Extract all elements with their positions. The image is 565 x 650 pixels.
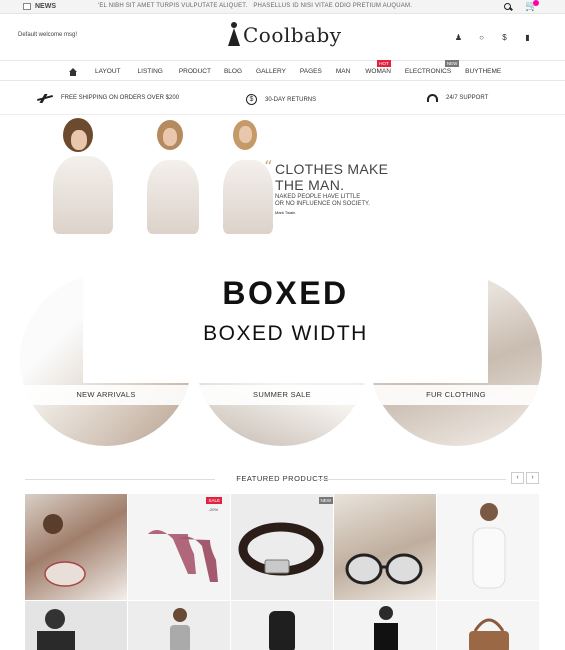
logo[interactable]: Coolbaby: [227, 22, 342, 48]
home-icon[interactable]: [68, 68, 78, 76]
news-ticker[interactable]: 'EL NIBH SIT AMET TURPIS VULPUTATE ALIQU…: [98, 3, 412, 9]
product-card[interactable]: [334, 494, 436, 600]
product-card[interactable]: SALE -20%: [128, 494, 230, 600]
top-bar: NEWS 'EL NIBH SIT AMET TURPIS VULPUTATE …: [0, 0, 565, 14]
chat-icon[interactable]: ○: [477, 33, 486, 42]
nav-item-layout[interactable]: LAYOUT: [95, 68, 121, 76]
product-card[interactable]: [334, 601, 436, 650]
nav-item-gallery[interactable]: GALLERY: [256, 68, 286, 76]
product-card[interactable]: [25, 494, 127, 600]
sale-badge: SALE: [206, 497, 222, 504]
overlay-title: BOXED: [222, 275, 349, 311]
product-card[interactable]: [25, 601, 127, 650]
nav-item-buytheme[interactable]: BUYTHEME: [465, 68, 501, 76]
search-icon[interactable]: [503, 2, 513, 12]
boxed-overlay: BOXED BOXED WIDTH: [83, 234, 488, 383]
news-label[interactable]: NEWS: [23, 3, 56, 10]
nav-item-man[interactable]: MAN: [336, 68, 350, 76]
main-nav: LAYOUT LISTING PRODUCT BLOG GALLERY PAGE…: [0, 60, 565, 81]
next-arrow-button[interactable]: ›: [526, 472, 539, 484]
cart-icon[interactable]: 🛒: [525, 0, 539, 12]
product-image: [43, 514, 86, 587]
nav-item-electronics[interactable]: ELECTRONICS NEW: [405, 60, 460, 76]
product-image: [269, 611, 295, 650]
product-image: [238, 522, 324, 576]
model-image: [135, 116, 215, 234]
nav-item-woman[interactable]: WOMAN HOT: [365, 60, 391, 76]
service-returns: $ 30-DAY RETURNS: [246, 94, 316, 105]
new-badge: NEW: [318, 497, 333, 504]
user-icon[interactable]: ♟: [454, 33, 463, 42]
prev-arrow-button[interactable]: ‹: [511, 472, 524, 484]
new-badge: NEW: [444, 60, 460, 67]
nav-item-product[interactable]: PRODUCT: [179, 68, 211, 76]
ticker-item: 'EL NIBH SIT AMET TURPIS VULPUTATE ALIQU…: [98, 3, 248, 9]
dollar-circle-icon: $: [246, 94, 257, 105]
product-card[interactable]: [128, 601, 230, 650]
product-card[interactable]: [437, 601, 539, 650]
quote-icon: “: [264, 157, 273, 176]
product-image: [469, 618, 509, 650]
ticker-item: PHASELLUS ID NISI VITAE ODIO PRETIUM AUQ…: [253, 3, 413, 9]
service-bar: FREE SHIPPING ON ORDERS OVER $200 $ 30-D…: [0, 81, 565, 115]
featured-header: FEATURED PRODUCTS ‹ ›: [0, 472, 565, 486]
product-image: [472, 503, 506, 589]
discount-label: -20%: [208, 507, 218, 512]
logo-text: Coolbaby: [243, 23, 342, 47]
hot-badge: HOT: [377, 60, 391, 67]
plane-icon: [37, 94, 53, 102]
nav-item-pages[interactable]: PAGES: [300, 68, 322, 76]
service-support: 24/7 SUPPORT: [427, 94, 488, 102]
overlay-subtitle: BOXED WIDTH: [203, 322, 368, 345]
news-text: NEWS: [35, 3, 56, 10]
product-card[interactable]: NEW: [231, 494, 333, 600]
product-image: [37, 609, 75, 650]
service-shipping: FREE SHIPPING ON ORDERS OVER $200: [37, 94, 179, 102]
category-label: SUMMER SALE: [196, 385, 368, 405]
welcome-message: Default welcome msg!: [18, 32, 78, 38]
nav-item-blog[interactable]: BLOG: [224, 68, 242, 76]
category-label: FUR CLOTHING: [370, 385, 542, 405]
nav-item-listing[interactable]: LISTING: [138, 68, 163, 76]
product-image: [345, 553, 423, 585]
product-card[interactable]: [437, 494, 539, 600]
news-icon: [23, 3, 31, 10]
headset-icon: [427, 94, 438, 102]
dollar-icon[interactable]: $: [500, 33, 509, 42]
chart-icon[interactable]: ▮: [523, 33, 532, 42]
product-image: [170, 608, 190, 650]
product-card[interactable]: [231, 601, 333, 650]
category-label: NEW ARRIVALS: [20, 385, 192, 405]
logo-woman-icon: [227, 22, 240, 48]
model-image: [45, 116, 135, 234]
product-grid: SALE -20% NEW: [25, 494, 540, 650]
product-image: [374, 606, 398, 650]
